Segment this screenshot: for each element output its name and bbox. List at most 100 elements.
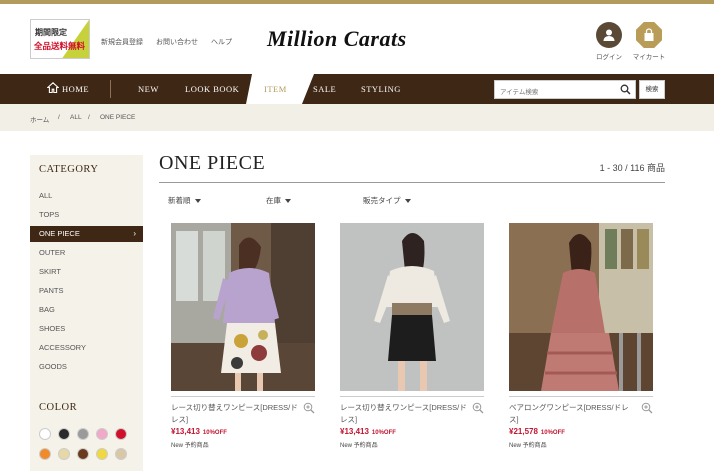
page-title: ONE PIECE xyxy=(159,152,266,174)
color-filter: COLOR xyxy=(30,395,143,471)
product-image[interactable] xyxy=(340,223,484,391)
category-item[interactable]: ALL xyxy=(30,188,143,204)
breadcrumb-home[interactable]: ホーム xyxy=(30,114,49,124)
card-divider xyxy=(171,396,315,397)
color-swatch[interactable] xyxy=(77,448,89,460)
price-value: ¥13,413 xyxy=(171,427,200,436)
product-image[interactable] xyxy=(509,223,653,391)
color-swatch[interactable] xyxy=(39,448,51,460)
breadcrumb-separator: / xyxy=(88,114,90,121)
register-link[interactable]: 新規会員登録 xyxy=(101,37,143,47)
product-card[interactable]: ベアロングワンピース[DRESS/ドレス] ¥21,578 10%OFF New … xyxy=(509,223,653,449)
zoom-icon[interactable] xyxy=(641,402,653,414)
search-button[interactable]: 検索 xyxy=(639,80,665,99)
zoom-icon[interactable] xyxy=(472,402,484,414)
nav-separator xyxy=(110,80,111,98)
caret-down-icon xyxy=(404,199,411,204)
product-name[interactable]: ベアロングワンピース[DRESS/ドレス] xyxy=(509,402,653,426)
product-name-text: ベアロングワンピース[DRESS/ドレス] xyxy=(509,403,629,424)
site-logo[interactable]: Million Carats xyxy=(267,26,407,52)
category-item[interactable]: ACCESSORY xyxy=(30,340,143,356)
promo-line-2: 全品送料無料 xyxy=(34,41,86,51)
nav-item[interactable]: ITEM xyxy=(264,74,287,104)
card-divider xyxy=(509,396,653,397)
color-swatch[interactable] xyxy=(77,428,89,440)
category-item-label: ONE PIECE xyxy=(39,229,80,238)
nav-home-label: HOME xyxy=(62,84,90,94)
product-name[interactable]: レース切り替えワンピース[DRESS/ドレス] xyxy=(340,402,484,426)
mycart-label: マイカート xyxy=(632,54,666,61)
price-value: ¥13,413 xyxy=(340,427,369,436)
color-swatch[interactable] xyxy=(96,448,108,460)
product-card[interactable]: レース切り替えワンピース[DRESS/ドレス] ¥13,413 10%OFF Ne… xyxy=(171,223,315,449)
contact-link[interactable]: お問い合わせ xyxy=(156,37,198,47)
price-value: ¥21,578 xyxy=(509,427,538,436)
mycart-button[interactable]: マイカート xyxy=(632,22,666,61)
product-badges: New 予約商品 xyxy=(171,443,209,449)
category-title: CATEGORY xyxy=(39,164,99,175)
user-icon xyxy=(596,22,622,48)
product-card[interactable]: レース切り替えワンピース[DRESS/ドレス] ¥13,413 10%OFF Ne… xyxy=(340,223,484,449)
product-price: ¥21,578 10%OFF xyxy=(509,427,653,436)
search-box xyxy=(494,80,636,101)
promo-line-1: 期間限定 xyxy=(35,28,67,37)
chevron-right-icon: › xyxy=(133,229,136,238)
color-swatch[interactable] xyxy=(115,448,127,460)
caret-down-icon xyxy=(285,199,291,204)
sort-dropdown[interactable]: 新着順 xyxy=(168,195,201,206)
breadcrumb-all[interactable]: ALL xyxy=(70,114,82,121)
category-item[interactable]: OUTER xyxy=(30,245,143,261)
product-badges: New 予約商品 xyxy=(340,443,378,449)
sales-type-label: 販売タイプ xyxy=(363,196,401,205)
breadcrumb-current: ONE PIECE xyxy=(100,114,136,121)
sort-label: 新着順 xyxy=(168,196,191,205)
product-name-text: レース切り替えワンピース[DRESS/ドレス] xyxy=(171,403,298,424)
category-item[interactable]: GOODS xyxy=(30,359,143,375)
nav-sale[interactable]: SALE xyxy=(313,74,336,104)
color-swatch[interactable] xyxy=(58,428,70,440)
product-name-text: レース切り替えワンピース[DRESS/ドレス] xyxy=(340,403,467,424)
home-icon xyxy=(46,82,60,94)
nav-new[interactable]: NEW xyxy=(138,74,159,104)
result-count: 1 - 30 / 116 商品 xyxy=(599,163,665,173)
caret-down-icon xyxy=(194,199,201,204)
color-swatch[interactable] xyxy=(96,428,108,440)
card-divider xyxy=(340,396,484,397)
header: 期間限定 全品送料無料 新規会員登録 お問い合わせ ヘルプ Million Ca… xyxy=(0,4,714,74)
nav-home[interactable]: HOME xyxy=(46,74,90,104)
category-item[interactable]: TOPS xyxy=(30,207,143,223)
free-shipping-banner[interactable]: 期間限定 全品送料無料 xyxy=(30,19,90,59)
help-link[interactable]: ヘルプ xyxy=(211,37,232,47)
nav-styling[interactable]: STYLING xyxy=(361,74,401,104)
discount-badge: 10%OFF xyxy=(371,430,396,436)
discount-badge: 10%OFF xyxy=(540,430,565,436)
zoom-icon[interactable] xyxy=(303,402,315,414)
nav-lookbook[interactable]: LOOK BOOK xyxy=(185,74,239,104)
color-swatch[interactable] xyxy=(115,428,127,440)
banner-stripe xyxy=(60,20,89,58)
stock-label: 在庫 xyxy=(266,196,281,205)
search-icon[interactable] xyxy=(620,84,631,95)
product-name[interactable]: レース切り替えワンピース[DRESS/ドレス] xyxy=(171,402,315,426)
category-item[interactable]: SHOES xyxy=(30,321,143,337)
product-price: ¥13,413 10%OFF xyxy=(340,427,484,436)
category-item[interactable]: PANTS xyxy=(30,283,143,299)
header-links: 新規会員登録 お問い合わせ ヘルプ xyxy=(101,37,232,47)
product-badges: New 予約商品 xyxy=(509,443,547,449)
product-image[interactable] xyxy=(171,223,315,391)
breadcrumb-separator: / xyxy=(58,114,60,121)
category-item[interactable]: SKIRT xyxy=(30,264,143,280)
title-divider xyxy=(159,182,665,183)
stock-dropdown[interactable]: 在庫 xyxy=(266,195,291,206)
breadcrumb: ホーム / ALL / ONE PIECE xyxy=(0,104,714,131)
discount-badge: 10%OFF xyxy=(202,430,227,436)
sales-type-dropdown[interactable]: 販売タイプ xyxy=(363,195,411,206)
login-button[interactable]: ログイン xyxy=(594,22,624,61)
search-input[interactable] xyxy=(495,84,615,101)
color-swatch[interactable] xyxy=(58,448,70,460)
color-swatch[interactable] xyxy=(39,428,51,440)
header-icons: ログイン マイカート xyxy=(594,22,666,61)
category-item[interactable]: BAG xyxy=(30,302,143,318)
category-item-active[interactable]: ONE PIECE › xyxy=(30,226,143,242)
category-sidebar: CATEGORY ALL TOPS ONE PIECE › OUTER SKIRT… xyxy=(30,155,143,395)
